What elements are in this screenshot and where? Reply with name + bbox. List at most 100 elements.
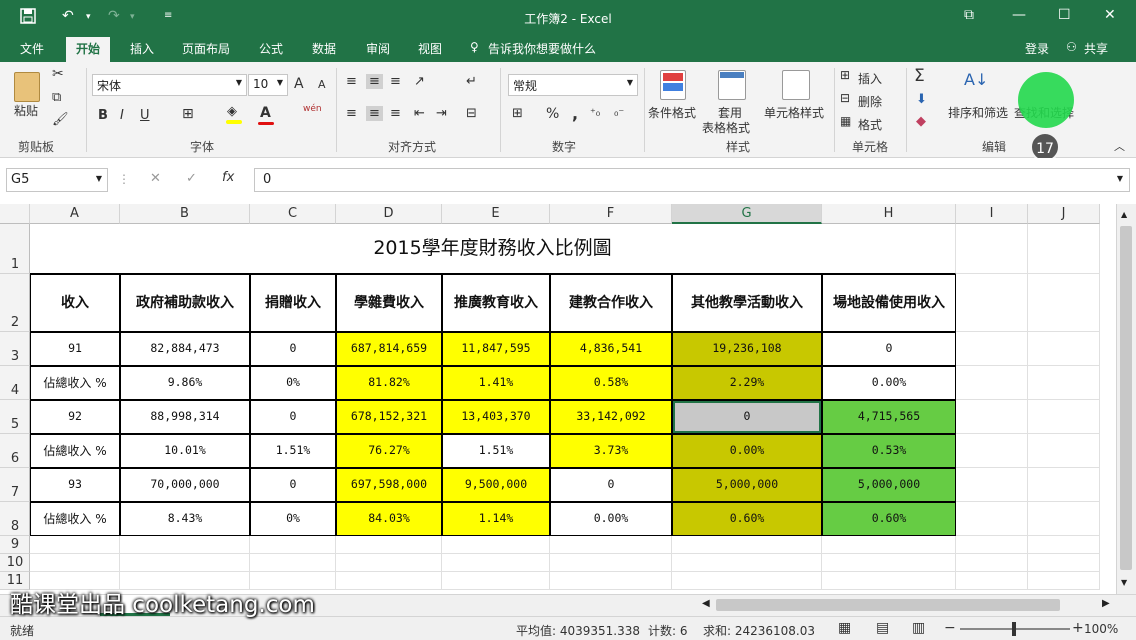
empty-cell[interactable]	[956, 468, 1028, 502]
empty-cell[interactable]	[1028, 332, 1100, 366]
empty-cell[interactable]	[336, 572, 442, 590]
column-header-g[interactable]: G	[672, 204, 822, 224]
header-cell[interactable]: 捐贈收入	[250, 274, 336, 332]
empty-cell[interactable]	[1028, 554, 1100, 572]
phonetic-button[interactable]: wén	[303, 104, 322, 114]
number-format-select[interactable]: 常规 ▼	[508, 74, 638, 96]
tab-file[interactable]: 文件	[20, 40, 44, 57]
wrap-text-icon[interactable]: ↵	[466, 74, 477, 89]
empty-cell[interactable]	[1028, 366, 1100, 400]
row-header-10[interactable]: 10	[0, 554, 30, 572]
data-cell[interactable]: 0.58%	[550, 366, 672, 400]
fill-color-icon[interactable]	[226, 120, 242, 124]
empty-cell[interactable]	[1028, 400, 1100, 434]
tab-view[interactable]: 视图	[418, 40, 442, 57]
sort-filter-button[interactable]: 排序和筛选	[948, 104, 1008, 121]
row-header-9[interactable]: 9	[0, 536, 30, 554]
select-all-corner[interactable]	[0, 204, 30, 224]
tab-page-layout[interactable]: 页面布局	[182, 40, 230, 57]
font-family-select[interactable]: 宋体 ▼	[92, 74, 247, 96]
autosum-button[interactable]: Σ	[914, 66, 925, 86]
grow-font-button[interactable]: A	[294, 76, 304, 92]
data-cell[interactable]: 1.14%	[442, 502, 550, 536]
normal-view-icon[interactable]: ▦	[838, 620, 851, 636]
orientation-icon[interactable]: ↗	[414, 74, 425, 89]
insert-function-button[interactable]: fx	[222, 170, 234, 185]
align-right-icon[interactable]: ≡	[390, 106, 401, 121]
empty-cell[interactable]	[956, 274, 1028, 332]
empty-cell[interactable]	[956, 434, 1028, 468]
login-link[interactable]: 登录	[1025, 40, 1049, 57]
tell-me-input[interactable]: 告诉我你想要做什么	[488, 40, 596, 57]
active-cell[interactable]: 0	[672, 400, 822, 434]
formula-input[interactable]: 0 ▼	[254, 168, 1130, 192]
conditional-format-button[interactable]: 条件格式	[648, 104, 696, 121]
horizontal-scroll-thumb[interactable]	[716, 599, 1060, 611]
align-top-icon[interactable]: ≡	[346, 74, 357, 89]
column-header-h[interactable]: H	[822, 204, 956, 224]
decrease-decimal-icon[interactable]: ₀⁻	[614, 106, 624, 119]
empty-cell[interactable]	[336, 536, 442, 554]
paste-icon[interactable]	[14, 72, 40, 102]
header-cell[interactable]: 其他教學活動收入	[672, 274, 822, 332]
cell-styles-button[interactable]: 单元格样式	[764, 104, 824, 121]
empty-cell[interactable]	[442, 554, 550, 572]
decrease-indent-icon[interactable]: ⇤	[414, 106, 425, 121]
data-cell[interactable]: 76.27%	[336, 434, 442, 468]
zoom-slider-thumb[interactable]	[1012, 622, 1016, 636]
insert-cells-button[interactable]: 插入	[858, 70, 882, 87]
empty-cell[interactable]	[956, 224, 1028, 274]
empty-cell[interactable]	[1028, 274, 1100, 332]
data-cell[interactable]: 4,715,565	[822, 400, 956, 434]
data-cell[interactable]: 70,000,000	[120, 468, 250, 502]
empty-cell[interactable]	[442, 572, 550, 590]
cut-icon[interactable]: ✂	[52, 66, 64, 82]
borders-icon[interactable]: ⊞	[182, 106, 194, 122]
font-size-select[interactable]: 10 ▼	[248, 74, 288, 96]
tab-home[interactable]: 开始	[66, 37, 111, 62]
column-header-a[interactable]: A	[30, 204, 120, 224]
minimize-icon[interactable]: —	[1012, 7, 1026, 23]
cancel-icon[interactable]: ✕	[150, 171, 161, 186]
align-middle-icon[interactable]: ≡	[366, 74, 383, 89]
collapse-ribbon-icon[interactable]: ︿	[1114, 138, 1125, 154]
row-header-6[interactable]: 6	[0, 434, 30, 468]
data-cell[interactable]: 92	[30, 400, 120, 434]
data-cell[interactable]: 1.41%	[442, 366, 550, 400]
data-cell[interactable]: 0.60%	[672, 502, 822, 536]
empty-cell[interactable]	[250, 554, 336, 572]
page-break-view-icon[interactable]: ▥	[912, 620, 925, 636]
copy-icon[interactable]: ⧉	[52, 90, 61, 105]
data-cell[interactable]: 0%	[250, 366, 336, 400]
column-header-j[interactable]: J	[1028, 204, 1100, 224]
tab-data[interactable]: 数据	[312, 40, 336, 57]
data-cell[interactable]: 9.86%	[120, 366, 250, 400]
paste-button[interactable]: 粘贴	[14, 102, 38, 119]
column-header-b[interactable]: B	[120, 204, 250, 224]
row-header-3[interactable]: 3	[0, 332, 30, 366]
data-cell[interactable]: 678,152,321	[336, 400, 442, 434]
increase-decimal-icon[interactable]: ⁺₀	[590, 106, 600, 119]
name-box[interactable]: G5 ▼	[6, 168, 108, 192]
empty-cell[interactable]	[120, 554, 250, 572]
data-cell[interactable]: 88,998,314	[120, 400, 250, 434]
merge-center-icon[interactable]: ⊟	[466, 106, 477, 121]
data-cell[interactable]: 19,236,108	[672, 332, 822, 366]
sheet-title-cell[interactable]: 2015學年度財務收入比例圖	[30, 224, 956, 274]
data-cell[interactable]: 5,000,000	[672, 468, 822, 502]
data-cell[interactable]: 0	[250, 468, 336, 502]
maximize-icon[interactable]: ☐	[1058, 7, 1071, 23]
data-cell[interactable]: 0	[550, 468, 672, 502]
header-cell[interactable]: 收入	[30, 274, 120, 332]
data-cell[interactable]: 697,598,000	[336, 468, 442, 502]
empty-cell[interactable]	[956, 366, 1028, 400]
empty-cell[interactable]	[822, 554, 956, 572]
data-cell[interactable]: 5,000,000	[822, 468, 956, 502]
row-header-1[interactable]: 1	[0, 224, 30, 274]
align-center-icon[interactable]: ≡	[366, 106, 383, 121]
column-header-c[interactable]: C	[250, 204, 336, 224]
format-cells-button[interactable]: 格式	[858, 116, 882, 133]
data-cell[interactable]: 佔總收入 %	[30, 434, 120, 468]
empty-cell[interactable]	[1028, 224, 1100, 274]
empty-cell[interactable]	[120, 536, 250, 554]
